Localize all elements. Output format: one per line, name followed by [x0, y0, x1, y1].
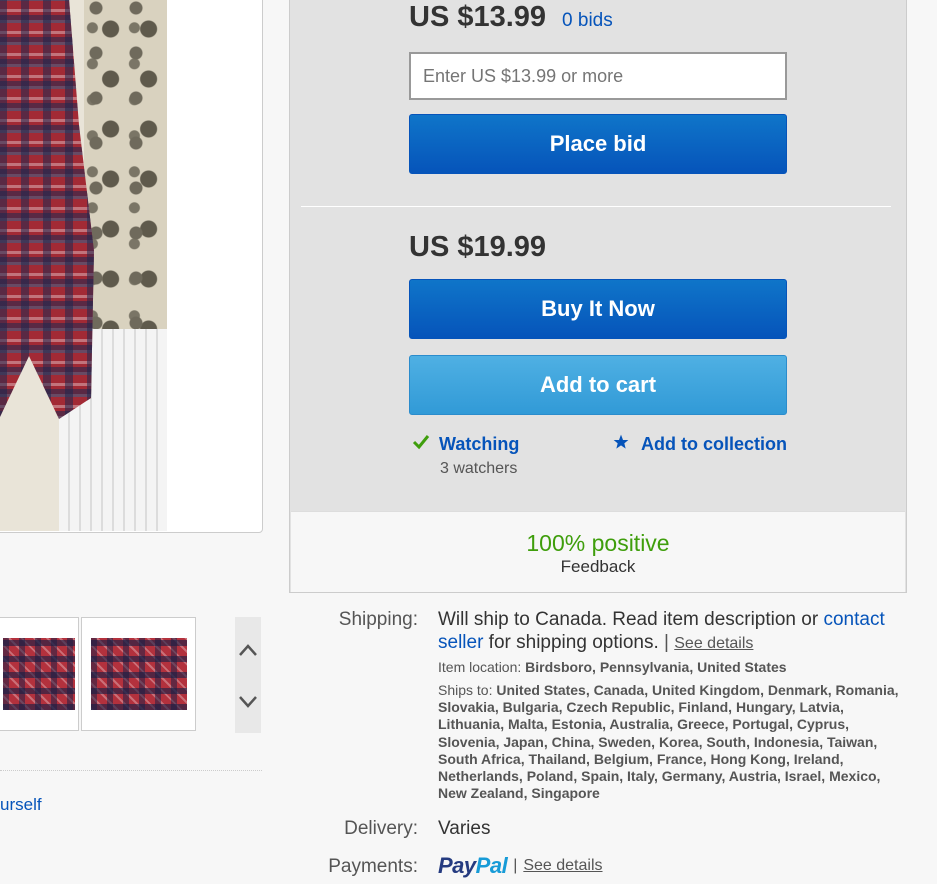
ships-to-countries: United States, Canada, United Kingdom, D…	[438, 682, 899, 802]
thumbnail[interactable]	[0, 617, 79, 731]
payments-label: Payments:	[328, 856, 418, 877]
current-bid-price: US $13.99	[409, 1, 547, 33]
bid-price-row: US $13.99 0 bids	[409, 1, 613, 34]
chevron-up-icon[interactable]	[235, 637, 261, 663]
thumbnail-nav	[235, 617, 261, 733]
separator: |	[513, 857, 518, 874]
watch-row: Watching 3 watchers Add to collection	[412, 434, 787, 484]
item-location: Item location: Birdsboro, Pennsylvania, …	[438, 659, 787, 675]
star-icon	[613, 434, 629, 455]
check-icon	[412, 434, 430, 455]
item-listing-page: urself US $13.99 0 bids Place bid US $19…	[0, 0, 937, 884]
paypal-logo: PayPal	[438, 853, 508, 878]
shipping-see-details-link[interactable]: See details	[674, 635, 753, 652]
chevron-down-icon[interactable]	[235, 689, 261, 715]
thumbnail-image	[3, 638, 75, 710]
thumbnail[interactable]	[81, 617, 196, 731]
buy-it-now-button[interactable]: Buy It Now	[409, 279, 787, 339]
add-to-collection-label[interactable]: Add to collection	[641, 434, 787, 455]
divider	[301, 206, 891, 207]
buy-box: US $13.99 0 bids Place bid US $19.99 Buy…	[289, 0, 907, 593]
ships-to-label: Ships to:	[438, 682, 493, 698]
thumbnail-image	[91, 638, 187, 710]
bid-amount-input[interactable]	[409, 52, 787, 100]
bids-link[interactable]: 0 bids	[562, 10, 613, 32]
ships-to: Ships to: United States, Canada, United …	[438, 682, 908, 802]
item-location-value: Birdsboro, Pennsylvania, United States	[525, 659, 787, 675]
feedback-label: Feedback	[560, 557, 636, 576]
shipping-text: Will ship to Canada. Read item descripti…	[438, 608, 908, 655]
shipping-text-part2: for shipping options.	[483, 632, 659, 653]
main-image-frame[interactable]	[0, 0, 263, 533]
add-to-cart-button[interactable]: Add to cart	[409, 355, 787, 415]
photo-wallpaper	[84, 0, 167, 349]
buy-it-now-price: US $19.99	[409, 231, 547, 263]
divider	[0, 770, 262, 771]
delivery-label: Delivery:	[344, 818, 418, 839]
shipping-text-part1: Will ship to Canada. Read item descripti…	[438, 609, 824, 630]
item-photo[interactable]	[0, 0, 167, 531]
watching-button[interactable]: Watching	[412, 434, 519, 455]
seller-feedback-panel: 100% positive Feedback	[291, 511, 905, 592]
sell-one-link[interactable]: urself	[0, 795, 42, 815]
watchers-count: 3 watchers	[440, 460, 518, 477]
payments-row: PayPal | See details	[438, 853, 603, 879]
payments-see-details-link[interactable]: See details	[523, 857, 602, 875]
delivery-value: Varies	[438, 818, 491, 839]
watching-label[interactable]: Watching	[439, 434, 519, 455]
item-location-label: Item location:	[438, 659, 522, 675]
feedback-percent[interactable]: 100% positive	[291, 530, 905, 557]
separator: |	[664, 632, 669, 653]
shipping-label: Shipping:	[338, 609, 418, 630]
place-bid-button[interactable]: Place bid	[409, 114, 787, 174]
add-to-collection-button[interactable]: Add to collection	[613, 434, 787, 455]
